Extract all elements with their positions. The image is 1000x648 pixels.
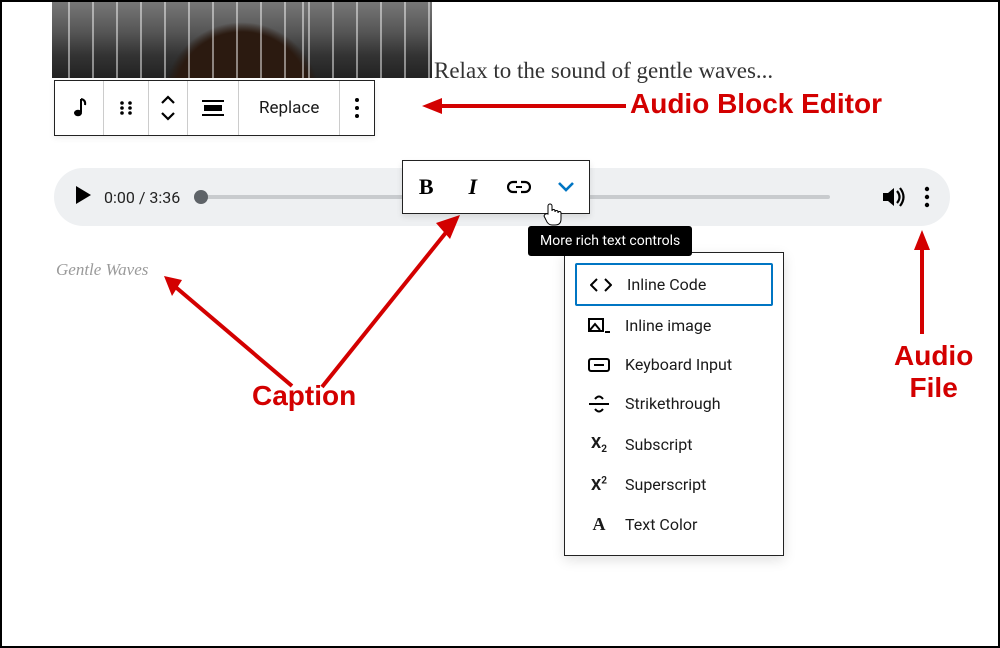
volume-icon [882,186,906,208]
superscript-icon: X2 [587,475,611,494]
dropdown-item-superscript[interactable]: X2 Superscript [575,465,773,504]
inline-code-icon [589,278,613,292]
annotation-arrow [422,96,632,116]
volume-button[interactable] [882,186,906,208]
keyboard-icon [587,358,611,372]
dropdown-item-strikethrough[interactable]: Strikethrough [575,384,773,423]
dropdown-item-keyboard-input[interactable]: Keyboard Input [575,345,773,384]
annotation-audio-file: Audio File [894,340,973,404]
strikethrough-icon [587,395,611,413]
drag-dots-icon [118,100,134,116]
dropdown-item-inline-code[interactable]: Inline Code [575,263,773,306]
more-options-button[interactable] [340,81,374,135]
play-button[interactable] [74,185,92,209]
block-description-text: Relax to the sound of gentle waves... [434,58,773,84]
dropdown-item-label: Text Color [625,515,697,534]
link-button[interactable] [503,180,535,194]
chevron-down-icon [557,181,575,193]
featured-image [52,2,432,78]
dropdown-item-label: Strikethrough [625,394,721,413]
audio-caption[interactable]: Gentle Waves [56,260,148,280]
current-time: 0:00 [104,188,135,207]
bold-button[interactable]: B [410,174,442,200]
music-note-icon [69,97,89,119]
chevron-up-down-icon [159,94,177,122]
annotation-arrow [152,270,312,400]
dropdown-item-label: Subscript [625,435,692,454]
inline-image-icon [587,318,611,334]
time-display: 0:00 / 3:36 [104,188,180,207]
align-button[interactable] [188,81,239,135]
annotation-arrow [910,230,934,340]
dropdown-item-subscript[interactable]: X2 Subscript [575,423,773,465]
dropdown-item-label: Inline Code [627,275,706,294]
audio-block-toolbar: Replace [54,80,375,136]
more-rich-text-button[interactable] [550,181,582,193]
move-up-down[interactable] [149,81,188,135]
tooltip: More rich text controls [528,226,692,256]
italic-button[interactable]: I [457,174,489,200]
dropdown-item-label: Keyboard Input [625,355,732,374]
annotation-audio-block-editor: Audio Block Editor [630,88,882,120]
audio-block-type-icon[interactable] [55,81,104,135]
replace-button[interactable]: Replace [239,81,340,135]
dropdown-item-inline-image[interactable]: Inline image [575,306,773,345]
dropdown-item-text-color[interactable]: A Text Color [575,504,773,545]
play-icon [74,185,92,205]
canvas: Relax to the sound of gentle waves... [0,0,1000,648]
more-vertical-icon [924,186,930,208]
more-vertical-icon [354,97,360,119]
seek-thumb[interactable] [194,190,208,204]
dropdown-item-label: Superscript [625,475,706,494]
text-color-icon: A [587,514,611,535]
player-more-button[interactable] [924,186,930,208]
italic-icon: I [468,174,477,200]
link-icon [507,180,531,194]
drag-handle[interactable] [104,81,149,135]
dropdown-item-label: Inline image [625,316,711,335]
bold-icon: B [419,174,434,200]
align-icon [202,99,224,117]
annotation-arrow [302,207,472,397]
rich-text-dropdown: Inline Code Inline image Keyboard Input … [564,252,784,556]
subscript-icon: X2 [587,433,611,455]
duration: 3:36 [149,188,180,207]
